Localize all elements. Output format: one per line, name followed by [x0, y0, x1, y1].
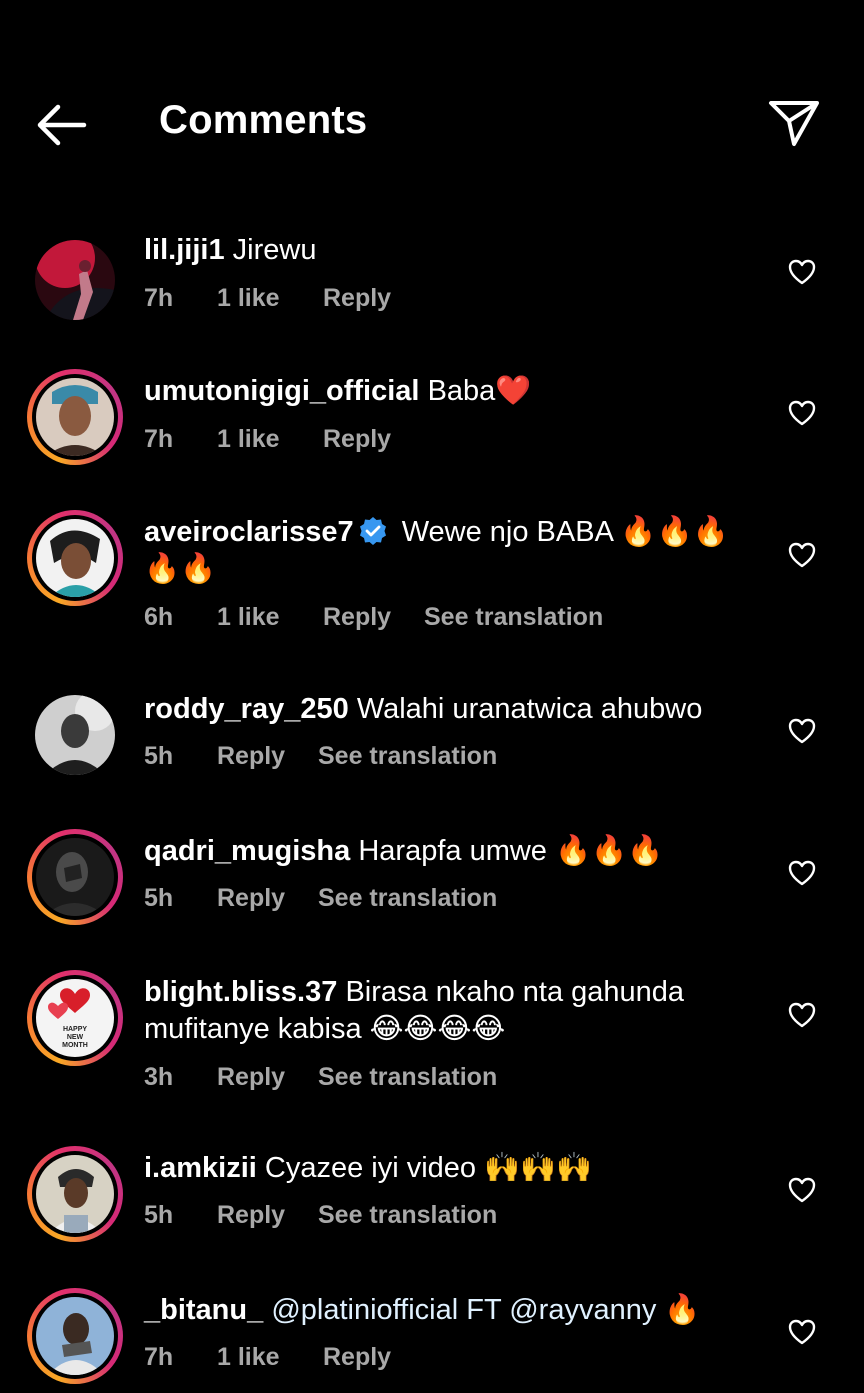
- avatar[interactable]: [27, 829, 123, 925]
- comment-item: _bitanu_ @platiniofficial FT @rayvanny 🔥…: [0, 1288, 864, 1393]
- comment-item: roddy_ray_250 Walahi uranatwica ahubwo 5…: [0, 688, 864, 798]
- comment-time: 7h: [144, 425, 174, 453]
- comment-time: 7h: [144, 1343, 174, 1371]
- reply-button[interactable]: Reply: [217, 742, 285, 771]
- comment-item: umutonigigi_official Baba❤️ 7h 1 like Re…: [0, 369, 864, 489]
- comment-time: 5h: [144, 884, 174, 912]
- heart-icon[interactable]: [788, 259, 816, 285]
- comment-item: aveiroclarisse7 Wewe njo BABA 🔥🔥🔥🔥🔥 6h 1…: [0, 510, 864, 650]
- comment-time: 3h: [144, 1063, 174, 1091]
- comment-item: HAPPY NEW MONTH blight.bliss.37 Birasa n…: [0, 970, 864, 1110]
- svg-text:NEW: NEW: [67, 1034, 84, 1041]
- avatar[interactable]: HAPPY NEW MONTH: [27, 970, 123, 1066]
- comment-text: @platiniofficial FT @rayvanny 🔥: [271, 1294, 701, 1326]
- share-paper-plane-icon[interactable]: [766, 96, 822, 152]
- comment-username[interactable]: aveiroclarisse7: [144, 516, 354, 548]
- comment-item: qadri_mugisha Harapfa umwe 🔥🔥🔥 5h Reply …: [0, 829, 864, 939]
- heart-icon[interactable]: [788, 1177, 816, 1203]
- comment-username[interactable]: umutonigigi_official: [144, 375, 420, 407]
- reply-button[interactable]: Reply: [323, 425, 391, 454]
- comment-username[interactable]: qadri_mugisha: [144, 835, 350, 867]
- comment-text: Harapfa umwe 🔥🔥🔥: [358, 835, 664, 867]
- comment-time: 7h: [144, 284, 174, 312]
- avatar[interactable]: [27, 1146, 123, 1242]
- avatar[interactable]: [27, 687, 123, 783]
- reply-button[interactable]: Reply: [217, 1063, 285, 1092]
- svg-text:HAPPY: HAPPY: [63, 1026, 87, 1033]
- avatar[interactable]: [27, 1288, 123, 1384]
- heart-icon[interactable]: [788, 1002, 816, 1028]
- heart-icon[interactable]: [788, 542, 816, 568]
- verified-badge-icon: [358, 516, 388, 546]
- comment-item: lil.jiji1 Jirewu 7h 1 like Reply: [0, 232, 864, 342]
- see-translation-link[interactable]: See translation: [318, 742, 497, 771]
- comment-likes[interactable]: 1 like: [217, 1343, 280, 1372]
- comment-username[interactable]: lil.jiji1: [144, 234, 225, 266]
- heart-icon[interactable]: [788, 400, 816, 426]
- comment-username[interactable]: blight.bliss.37: [144, 976, 337, 1008]
- comment-time: 5h: [144, 742, 174, 770]
- see-translation-link[interactable]: See translation: [318, 884, 497, 913]
- back-arrow-icon[interactable]: [34, 100, 90, 150]
- comment-likes[interactable]: 1 like: [217, 284, 280, 313]
- see-translation-link[interactable]: See translation: [424, 603, 603, 632]
- reply-button[interactable]: Reply: [217, 1201, 285, 1230]
- avatar[interactable]: [27, 232, 123, 328]
- comment-item: i.amkizii Cyazee iyi video 🙌🙌🙌 5h Reply …: [0, 1146, 864, 1256]
- comment-username[interactable]: _bitanu_: [144, 1294, 263, 1326]
- see-translation-link[interactable]: See translation: [318, 1201, 497, 1230]
- svg-text:MONTH: MONTH: [62, 1042, 88, 1049]
- comment-text: Jirewu: [232, 234, 317, 266]
- reply-button[interactable]: Reply: [323, 1343, 391, 1372]
- see-translation-link[interactable]: See translation: [318, 1063, 497, 1092]
- heart-icon[interactable]: [788, 860, 816, 886]
- comment-time: 6h: [144, 603, 174, 631]
- reply-button[interactable]: Reply: [323, 603, 391, 632]
- comment-text: Cyazee iyi video 🙌🙌🙌: [264, 1152, 593, 1184]
- comment-text: Walahi uranatwica ahubwo: [356, 693, 703, 725]
- header: Comments: [0, 0, 864, 200]
- comment-username[interactable]: roddy_ray_250: [144, 693, 349, 725]
- comment-username[interactable]: i.amkizii: [144, 1152, 257, 1184]
- heart-icon[interactable]: [788, 718, 816, 744]
- heart-icon[interactable]: [788, 1319, 816, 1345]
- avatar[interactable]: [27, 369, 123, 465]
- avatar[interactable]: [27, 510, 123, 606]
- reply-button[interactable]: Reply: [323, 284, 391, 313]
- comment-text: Baba❤️: [427, 375, 532, 407]
- comment-time: 5h: [144, 1201, 174, 1229]
- comment-likes[interactable]: 1 like: [217, 425, 280, 454]
- comment-likes[interactable]: 1 like: [217, 603, 280, 632]
- page-title: Comments: [159, 98, 368, 142]
- reply-button[interactable]: Reply: [217, 884, 285, 913]
